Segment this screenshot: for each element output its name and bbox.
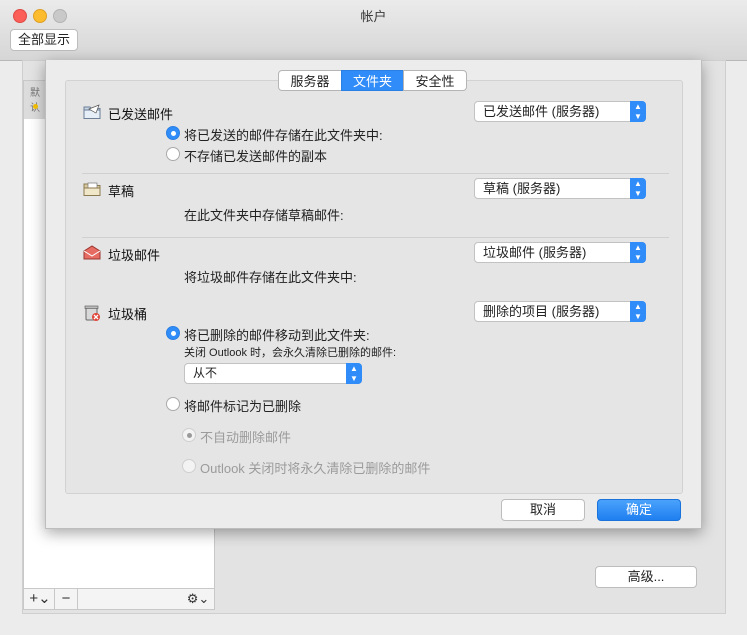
section-divider [82, 237, 669, 238]
sent-folder-popup-value: 已发送邮件 (服务器) [483, 104, 600, 119]
junk-folder-popup[interactable]: 垃圾邮件 (服务器) ▲ ▼ [474, 242, 646, 263]
drafts-folder-icon [83, 181, 101, 197]
remove-account-button[interactable]: − [56, 589, 76, 609]
purge-on-close-radio[interactable] [182, 459, 196, 473]
purge-on-close-label: Outlook 关闭时将永久清除已删除的邮件 [200, 461, 431, 476]
accounts-list-header: 默认 [24, 81, 46, 119]
sent-title: 已发送邮件 [108, 107, 174, 122]
store-sent-radio[interactable] [166, 126, 180, 140]
gear-menu-icon[interactable]: ⚙⌄ [184, 589, 212, 609]
trash-folder-popup-value: 删除的项目 (服务器) [483, 304, 600, 319]
junk-title: 垃圾邮件 [108, 248, 161, 263]
close-purge-note: 关闭 Outlook 时，会永久清除已删除的邮件: [184, 347, 397, 359]
mark-deleted-label: 将邮件标记为已删除 [184, 399, 302, 414]
drafts-description: 在此文件夹中存储草稿邮件: [184, 208, 344, 223]
trash-title: 垃圾桶 [108, 307, 148, 322]
sent-folder-icon [83, 104, 101, 120]
tab-security[interactable]: 安全性 [403, 70, 467, 91]
window-title: 帐户 [360, 9, 387, 24]
purge-interval-value: 从不 [193, 366, 218, 380]
sent-folder-popup[interactable]: 已发送邮件 (服务器) ▲ ▼ [474, 101, 646, 122]
popup-chevron-icon: ▲ ▼ [630, 178, 646, 199]
advanced-button[interactable]: 高级... [595, 566, 697, 588]
popup-chevron-icon: ▲ ▼ [346, 363, 362, 384]
drafts-title: 草稿 [108, 184, 135, 199]
popup-chevron-icon: ▲ ▼ [630, 301, 646, 322]
junk-mail-icon [83, 245, 101, 261]
popup-chevron-icon: ▲ ▼ [630, 242, 646, 263]
section-divider [82, 173, 669, 174]
purge-interval-popup[interactable]: 从不 ▲ ▼ [184, 363, 362, 384]
ok-button[interactable]: 确定 [597, 499, 681, 521]
no-copy-label: 不存储已发送邮件的副本 [184, 149, 328, 164]
account-status-icon [33, 104, 38, 109]
tab-folders[interactable]: 文件夹 [341, 70, 404, 91]
cancel-button[interactable]: 取消 [501, 499, 585, 521]
junk-folder-popup-value: 垃圾邮件 (服务器) [483, 245, 587, 260]
store-sent-label: 将已发送的邮件存储在此文件夹中: [184, 128, 383, 143]
trash-icon [83, 304, 101, 321]
junk-description: 将垃圾邮件存储在此文件夹中: [184, 270, 357, 285]
add-account-button[interactable]: +⌄ [27, 589, 53, 609]
toolbar-divider [77, 589, 78, 609]
mark-deleted-radio[interactable] [166, 397, 180, 411]
popup-chevron-icon: ▲ ▼ [630, 101, 646, 122]
toolbar-divider [54, 589, 55, 609]
no-copy-radio[interactable] [166, 147, 180, 161]
tab-server[interactable]: 服务器 [278, 70, 342, 91]
show-all-button[interactable]: 全部显示 [10, 29, 78, 51]
no-auto-delete-radio[interactable] [182, 428, 196, 442]
move-deleted-label: 将已删除的邮件移动到此文件夹: [184, 328, 370, 343]
drafts-folder-popup-value: 草稿 (服务器) [483, 181, 561, 196]
move-deleted-radio[interactable] [166, 326, 180, 340]
no-auto-delete-label: 不自动删除邮件 [200, 430, 292, 445]
drafts-folder-popup[interactable]: 草稿 (服务器) ▲ ▼ [474, 178, 646, 199]
trash-folder-popup[interactable]: 删除的项目 (服务器) ▲ ▼ [474, 301, 646, 322]
